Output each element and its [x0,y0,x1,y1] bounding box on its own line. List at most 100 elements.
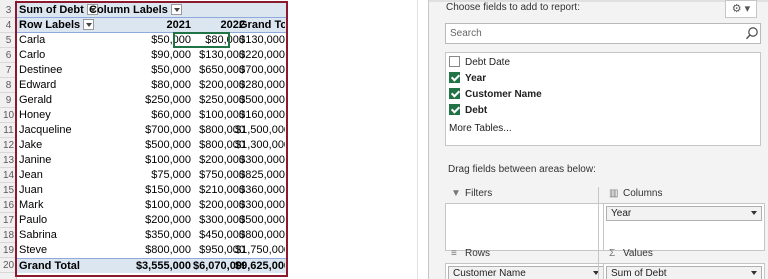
value-2021-cell[interactable]: $150,000 [119,183,191,198]
row-header[interactable]: 16 [0,198,17,213]
checkbox-checked-icon[interactable] [449,71,460,83]
row-header[interactable]: 3 [0,3,17,18]
search-icon[interactable] [745,26,759,41]
sum-of-debt-field-pill[interactable]: Sum of Debt [606,266,762,279]
pivot-data-row[interactable]: Paulo $200,000 $300,000 $500,000 [17,213,286,228]
pivot-data-row[interactable]: Mark $100,000 $200,000 $300,000 [17,198,286,213]
grand-total-cell[interactable]: $500,000 [235,93,285,108]
row-label-cell[interactable]: Juan [19,183,119,198]
row-labels-dropdown-icon[interactable] [83,18,95,30]
row-header[interactable]: 8 [0,78,17,93]
pivot-data-row[interactable]: Destinee $50,000 $650,000 $700,000 [17,63,286,78]
field-search-box[interactable] [445,23,761,44]
row-header[interactable]: 13 [0,153,17,168]
more-tables-link[interactable]: More Tables... [449,123,512,134]
row-label-cell[interactable]: Carla [19,33,119,48]
spreadsheet-grid[interactable]: 3 4 5 6 7 8 9 10 11 12 13 14 15 16 17 18 19 20 Sum of Deb… [0,0,428,279]
grand-total-2021[interactable]: $3,555,000 [119,259,191,274]
row-header[interactable]: 7 [0,63,17,78]
value-2021-cell[interactable]: $800,000 [119,243,191,258]
value-2021-cell[interactable]: $100,000 [119,198,191,213]
header-grand-total[interactable]: Grand Total [239,18,285,33]
field-item[interactable]: Debt [449,103,487,119]
values-drop-zone[interactable]: Sum of Debt [603,263,765,279]
field-item[interactable]: Debt Date [449,55,510,71]
pivot-data-row[interactable]: Sabrina $350,000 $450,000 $800,000 [17,228,286,243]
row-header[interactable]: 19 [0,243,17,258]
row-header[interactable]: 6 [0,48,17,63]
pivot-data-row[interactable]: Jean $75,000 $750,000 $825,000 [17,168,286,183]
value-2021-cell[interactable]: $50,000 [119,63,191,78]
row-label-cell[interactable]: Carlo [19,48,119,63]
grand-total-cell[interactable]: $220,000 [235,48,285,63]
grand-total-cell[interactable]: $300,000 [235,153,285,168]
row-header[interactable]: 10 [0,108,17,123]
row-header[interactable]: 12 [0,138,17,153]
value-2021-cell[interactable]: $350,000 [119,228,191,243]
values-area[interactable]: Σ Values Sum of Debt [603,245,765,279]
checkbox-checked-icon[interactable] [449,87,460,99]
field-item[interactable]: Customer Name [449,87,542,103]
year-field-pill[interactable]: Year [606,206,762,221]
grand-total-cell[interactable]: $160,000 [235,108,285,123]
grand-total-cell[interactable]: $500,000 [235,213,285,228]
pivot-data-row[interactable]: Jacqueline $700,000 $800,000 $1,500,000 [17,123,286,138]
header-2022[interactable]: 2022 [193,18,245,33]
row-header[interactable]: 20 [0,258,17,273]
row-label-cell[interactable]: Edward [19,78,119,93]
rows-area[interactable]: ≡ Rows Customer Name [445,245,607,279]
row-label-cell[interactable]: Destinee [19,63,119,78]
value-2021-cell[interactable]: $80,000 [119,78,191,93]
value-2021-cell[interactable]: $500,000 [119,138,191,153]
header-2021[interactable]: 2021 [119,18,191,33]
row-label-cell[interactable]: Gerald [19,93,119,108]
value-2021-cell[interactable]: $75,000 [119,168,191,183]
pivot-data-row[interactable]: Janine $100,000 $200,000 $300,000 [17,153,286,168]
row-label-cell[interactable]: Janine [19,153,119,168]
chevron-down-icon[interactable] [751,271,757,275]
pivot-data-row[interactable]: Juan $150,000 $210,000 $360,000 [17,183,286,198]
grand-total-cell[interactable]: $1,750,000 [235,243,285,258]
column-labels-dropdown-icon[interactable] [170,3,182,15]
row-label-cell[interactable]: Jake [19,138,119,153]
grand-total-cell[interactable]: $280,000 [235,78,285,93]
grand-total-cell[interactable]: $300,000 [235,198,285,213]
grand-total-cell[interactable]: $1,500,000 [235,123,285,138]
row-label-cell[interactable]: Honey [19,108,119,123]
value-2021-cell[interactable]: $100,000 [119,153,191,168]
row-label-cell[interactable]: Jacqueline [19,123,119,138]
customer-name-field-pill[interactable]: Customer Name [448,266,604,279]
row-header[interactable]: 15 [0,183,17,198]
row-header[interactable]: 18 [0,228,17,243]
value-2021-cell[interactable]: $250,000 [119,93,191,108]
value-2021-cell[interactable]: $60,000 [119,108,191,123]
row-labels-header[interactable]: Row Labels [19,18,119,33]
grand-total-cell[interactable]: $360,000 [235,183,285,198]
field-item[interactable]: Year [449,71,486,87]
checkbox-checked-icon[interactable] [449,103,460,115]
row-header[interactable]: 11 [0,123,17,138]
row-label-cell[interactable]: Mark [19,198,119,213]
row-header[interactable]: 14 [0,168,17,183]
filters-drop-zone[interactable] [445,203,607,251]
grand-total-cell[interactable]: $700,000 [235,63,285,78]
rows-drop-zone[interactable]: Customer Name [445,263,607,279]
row-label-cell[interactable]: Sabrina [19,228,119,243]
pivot-data-row[interactable]: Carlo $90,000 $130,000 $220,000 [17,48,286,63]
grand-total-all[interactable]: $9,625,000 [235,259,285,274]
grand-total-row[interactable]: Grand Total $3,555,000 $6,070,000 $9,625… [17,258,286,273]
row-header[interactable]: 9 [0,93,17,108]
checkbox-unchecked-icon[interactable] [449,55,460,67]
pivot-data-row[interactable]: Steve $800,000 $950,000 $1,750,000 [17,243,286,258]
row-header[interactable]: 5 [0,33,17,48]
row-header[interactable]: 17 [0,213,17,228]
value-2021-cell[interactable]: $700,000 [119,123,191,138]
search-input[interactable] [450,26,730,41]
row-label-cell[interactable]: Jean [19,168,119,183]
pivot-data-row[interactable]: Gerald $250,000 $250,000 $500,000 [17,93,286,108]
tools-button[interactable]: ⚙ ▾ [725,0,757,18]
row-label-cell[interactable]: Steve [19,243,119,258]
grand-total-cell[interactable]: $130,000 [235,33,285,48]
pivot-data-row[interactable]: Honey $60,000 $100,000 $160,000 [17,108,286,123]
grand-total-cell[interactable]: $800,000 [235,228,285,243]
